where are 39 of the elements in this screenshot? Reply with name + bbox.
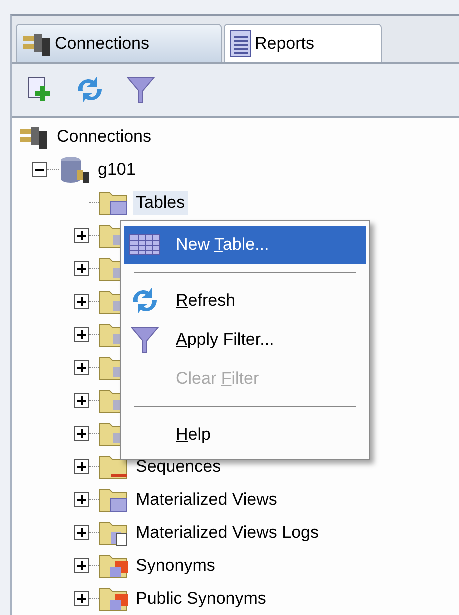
folder-icon <box>99 520 129 546</box>
expand-toggle[interactable] <box>74 525 89 540</box>
filter-icon <box>126 75 156 105</box>
folder-icon <box>99 586 129 612</box>
expand-toggle[interactable] <box>74 591 89 606</box>
menu-item[interactable]: New Table... <box>124 226 366 264</box>
plug-icon <box>18 124 50 148</box>
tree-item[interactable]: Materialized Views Logs <box>133 520 322 544</box>
menu-item[interactable]: Refresh <box>124 281 366 320</box>
menu-item[interactable]: Apply Filter... <box>124 320 366 359</box>
plug-icon <box>21 32 53 56</box>
tree-item[interactable]: Connections <box>54 124 155 148</box>
folder-icon <box>99 190 129 216</box>
tab[interactable]: Reports <box>224 24 382 62</box>
report-icon <box>229 30 253 58</box>
expand-toggle[interactable] <box>74 492 89 507</box>
database-icon <box>59 156 91 184</box>
tree-item[interactable]: Synonyms <box>133 554 218 578</box>
expand-toggle[interactable] <box>74 558 89 573</box>
expand-toggle[interactable] <box>74 228 89 243</box>
expand-toggle[interactable] <box>74 393 89 408</box>
folder-icon <box>99 552 129 578</box>
filter-icon <box>130 324 160 354</box>
expand-toggle[interactable] <box>74 327 89 342</box>
table-icon <box>129 233 161 257</box>
tree-item[interactable]: Public Synonyms <box>133 586 270 610</box>
folder-icon <box>99 486 129 512</box>
expand-toggle[interactable] <box>74 426 89 441</box>
tree-item[interactable]: g101 <box>95 158 139 182</box>
collapse-toggle[interactable] <box>32 162 47 177</box>
expand-toggle[interactable] <box>74 360 89 375</box>
tab[interactable]: Connections <box>16 24 222 62</box>
tree-item[interactable]: Materialized Views <box>133 488 280 512</box>
menu-item[interactable]: Help <box>124 415 366 454</box>
expand-toggle[interactable] <box>74 294 89 309</box>
tree-item[interactable]: Tables <box>133 190 188 214</box>
expand-toggle[interactable] <box>74 459 89 474</box>
folder-icon <box>99 454 129 480</box>
expand-toggle[interactable] <box>74 261 89 276</box>
